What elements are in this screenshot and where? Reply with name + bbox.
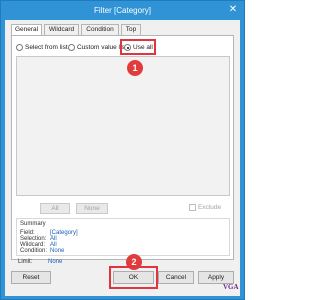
tab-condition[interactable]: Condition — [81, 24, 119, 35]
selection-mode-group: Select from list Custom value list Use a… — [16, 39, 230, 55]
reset-button[interactable]: Reset — [11, 271, 51, 284]
ok-button[interactable]: OK — [113, 271, 154, 284]
use-all-highlight — [120, 39, 156, 55]
tab-top[interactable]: Top — [121, 24, 141, 35]
summary-condition-value: None — [50, 248, 65, 254]
close-icon[interactable]: ✕ — [227, 4, 239, 16]
summary-limit-label: Limit: — [18, 259, 33, 265]
summary-group: Summary Field: [Category] Selection: All… — [16, 218, 230, 256]
dialog-title: Filter [Category] — [94, 6, 151, 15]
step-1-badge: 1 — [127, 60, 143, 76]
all-button[interactable]: All — [40, 203, 70, 214]
value-list-box[interactable] — [16, 56, 230, 196]
general-tab-panel: Select from list Custom value list Use a… — [11, 35, 234, 260]
radio-label: Select from list — [25, 44, 68, 51]
checkbox-icon — [189, 204, 196, 211]
none-button[interactable]: None — [76, 203, 108, 214]
summary-title: Summary — [20, 221, 46, 227]
exclude-checkbox[interactable]: Exclude — [189, 204, 221, 211]
exclude-label: Exclude — [198, 204, 222, 211]
summary-condition-label: Condition: — [20, 248, 48, 254]
cancel-button[interactable]: Cancel — [158, 271, 194, 284]
radio-select-from-list[interactable]: Select from list — [16, 42, 68, 53]
watermark-logo: VGA — [223, 283, 239, 291]
filter-dialog-window: Filter [Category] ✕ General Wildcard Con… — [0, 0, 245, 300]
radio-circle-icon — [16, 44, 23, 51]
tab-wildcard[interactable]: Wildcard — [44, 24, 79, 35]
summary-limit-value: None — [48, 259, 63, 265]
radio-circle-icon — [68, 44, 75, 51]
title-bar: Filter [Category] ✕ — [1, 1, 244, 20]
dialog-client-area: General Wildcard Condition Top Select fr… — [5, 20, 240, 296]
radio-custom-value-list[interactable]: Custom value list — [68, 42, 127, 53]
